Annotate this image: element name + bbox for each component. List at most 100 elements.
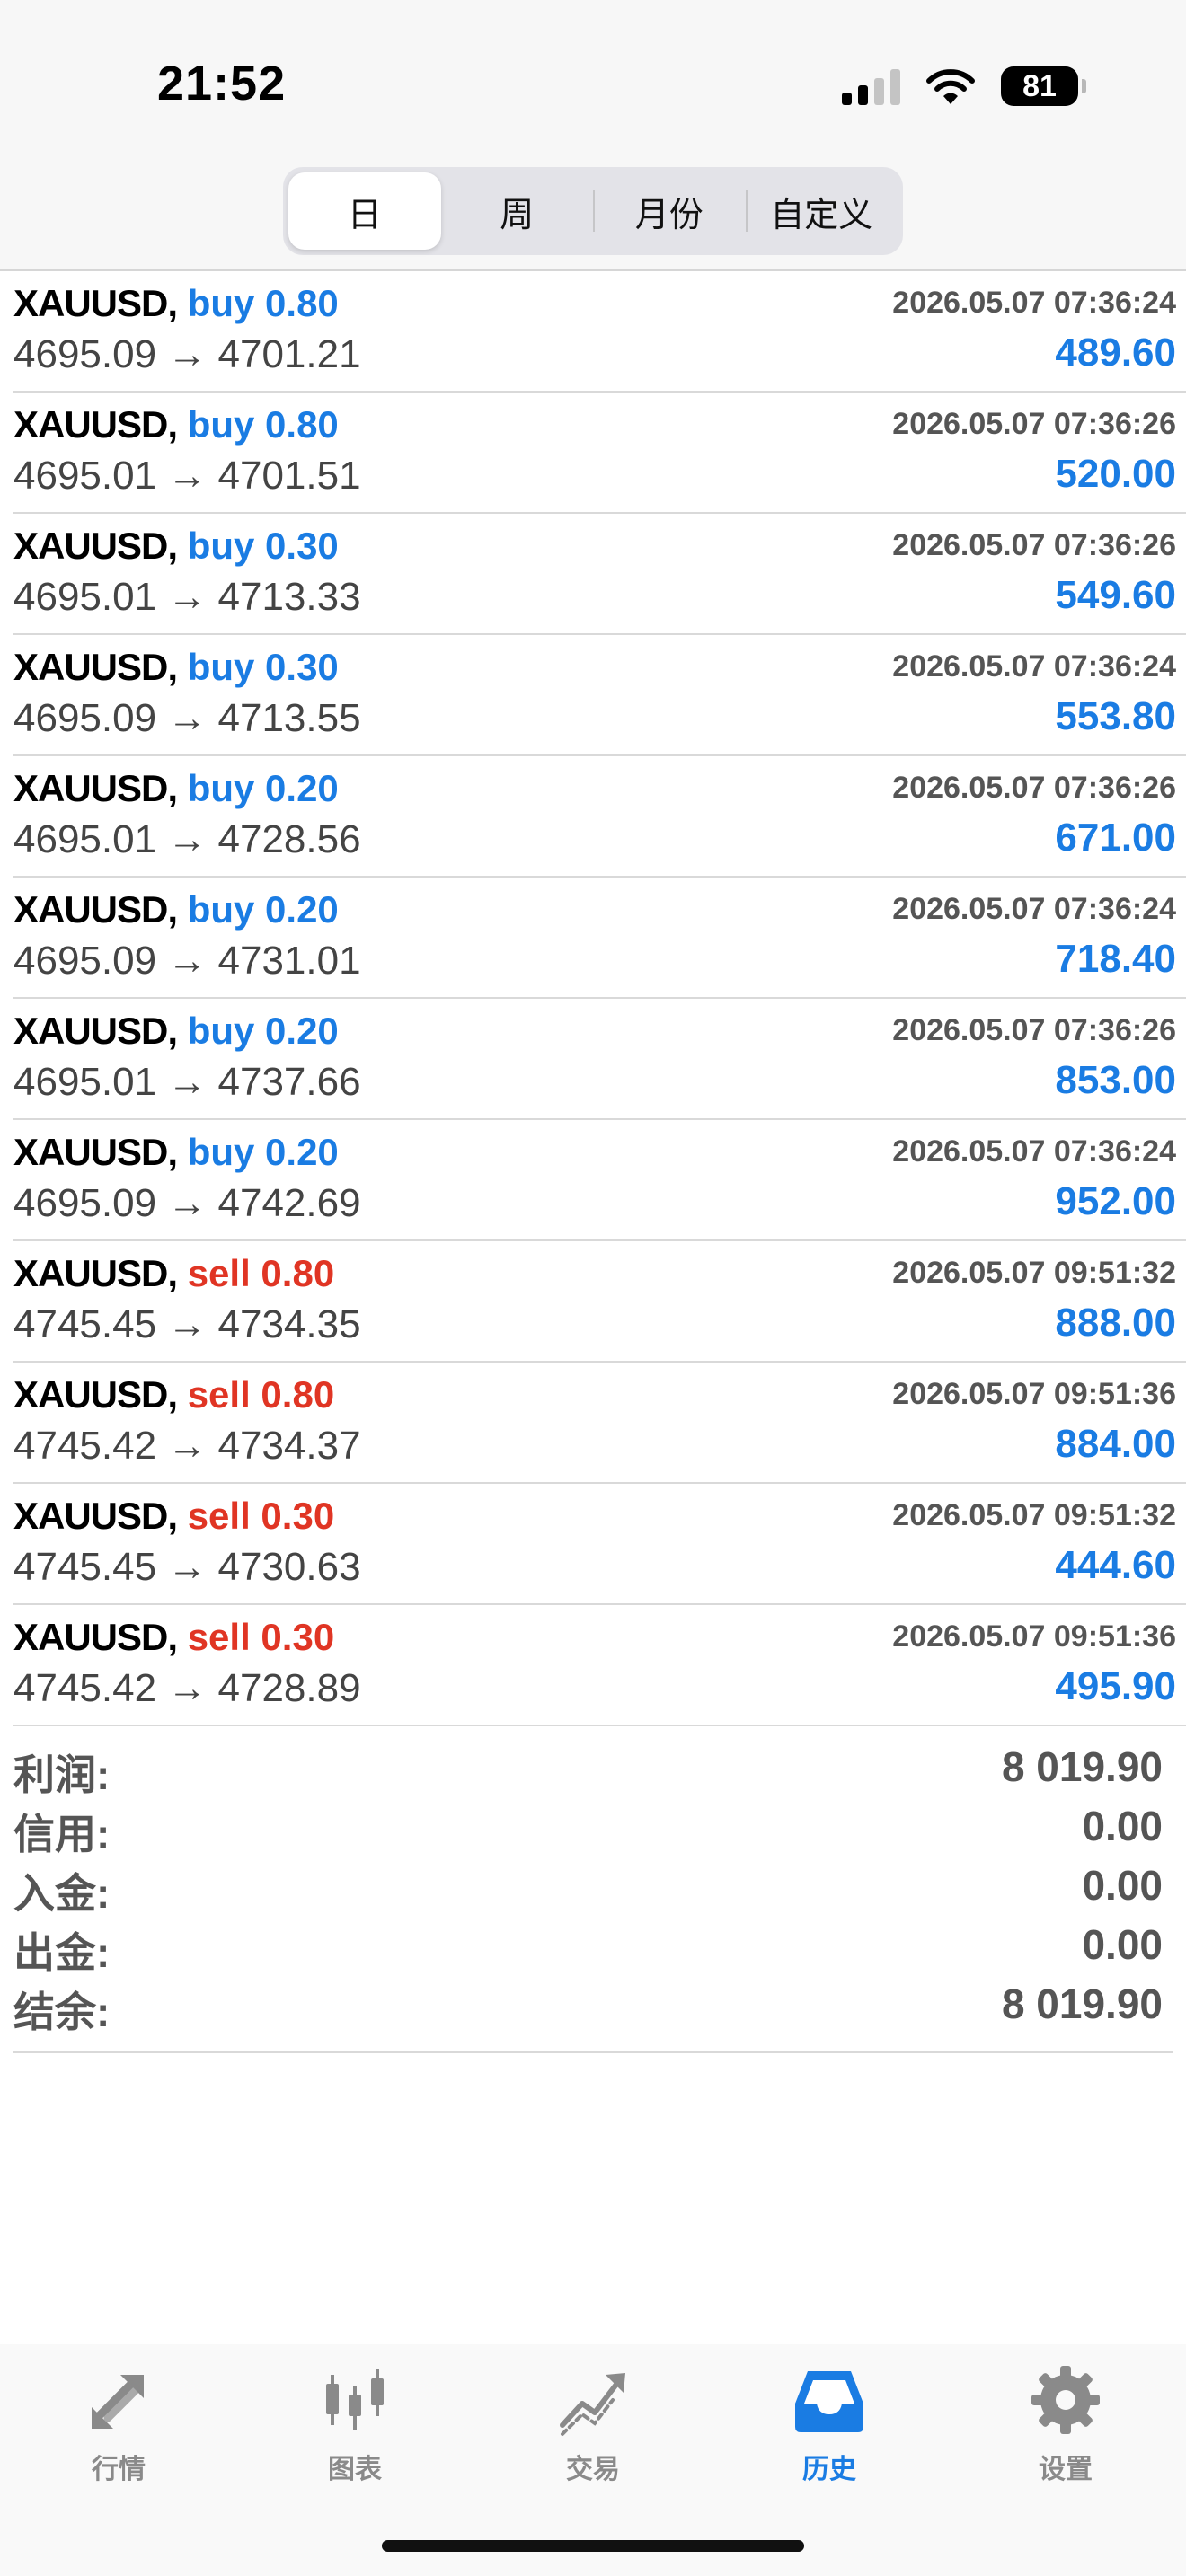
trade-row[interactable]: XAUUSD, buy 0.20 4695.09 → 4731.01 2026.… [13,878,1186,999]
trade-side: buy 0.20 [187,1131,339,1173]
trade-prices: 4745.42 → 4728.89 [13,1666,361,1710]
trade-profit: 520.00 [1055,452,1176,496]
trade-side: buy 0.80 [187,282,339,324]
summary-row-withdrawal: 出金: 0.00 [13,1915,1173,1976]
trade-datetime: 2026.05.07 09:51:32 [892,1256,1176,1290]
summary-value: 0.00 [1082,1921,1163,1968]
trade-prices: 4695.09 → 4742.69 [13,1181,361,1225]
trade-side: sell 0.30 [187,1616,335,1658]
summary-row-deposit: 入金: 0.00 [13,1856,1173,1917]
trade-profit: 671.00 [1055,816,1176,860]
trade-symbol: XAUUSD, [13,1010,178,1052]
summary-value: 8 019.90 [1001,1743,1163,1790]
trade-profit: 489.60 [1055,331,1176,375]
account-summary: 利润: 8 019.90 信用: 0.00 入金: 0.00 出金: 0.00 … [13,1737,1173,2053]
summary-value: 8 019.90 [1001,1981,1163,2027]
trade-prices: 4695.01 → 4701.51 [13,454,361,498]
trade-symbol: XAUUSD, [13,646,178,688]
summary-label: 利润: [13,1751,111,1798]
trade-row[interactable]: XAUUSD, sell 0.80 4745.42 → 4734.37 2026… [13,1363,1186,1484]
trade-row[interactable]: XAUUSD, buy 0.20 4695.01 → 4737.66 2026.… [13,999,1186,1120]
tab-quotes[interactable]: 行情 [38,2362,199,2486]
period-tab-custom[interactable]: 自定义 [745,172,898,250]
trade-prices: 4695.01 → 4737.66 [13,1060,361,1104]
trade-prices: 4745.45 → 4730.63 [13,1545,361,1589]
trade-side: buy 0.30 [187,646,339,688]
trade-row[interactable]: XAUUSD, buy 0.20 4695.01 → 4728.56 2026.… [13,756,1186,878]
trade-row[interactable]: XAUUSD, buy 0.30 4695.09 → 4713.55 2026.… [13,635,1186,756]
trade-datetime: 2026.05.07 07:36:24 [892,1134,1176,1169]
trade-row[interactable]: XAUUSD, buy 0.80 4695.09 → 4701.21 2026.… [13,271,1186,393]
trade-symbol: XAUUSD, [13,767,178,809]
trade-prices: 4695.09 → 4713.55 [13,696,361,740]
home-indicator[interactable] [382,2540,804,2552]
trade-row[interactable]: XAUUSD, buy 0.80 4695.01 → 4701.51 2026.… [13,393,1186,514]
battery-icon: 81 [1001,66,1086,106]
tab-history[interactable]: 历史 [748,2362,910,2486]
trade-datetime: 2026.05.07 07:36:24 [892,892,1176,926]
trade-side: buy 0.30 [187,525,339,567]
trade-symbol: XAUUSD, [13,1131,178,1173]
trade-profit: 553.80 [1055,694,1176,738]
trade-prices: 4745.42 → 4734.37 [13,1424,361,1468]
trade-side: sell 0.80 [187,1252,335,1294]
summary-label: 信用: [13,1811,111,1857]
trade-symbol: XAUUSD, [13,1373,178,1416]
summary-label: 出金: [13,1929,111,1976]
trade-row[interactable]: XAUUSD, sell 0.80 4745.45 → 4734.35 2026… [13,1241,1186,1363]
trade-datetime: 2026.05.07 07:36:24 [892,286,1176,320]
trade-datetime: 2026.05.07 07:36:26 [892,407,1176,441]
period-tab-month[interactable]: 月份 [593,172,746,250]
wifi-icon [926,69,975,104]
gear-icon [1031,2366,1100,2434]
trade-symbol: XAUUSD, [13,1495,178,1537]
trade-datetime: 2026.05.07 07:36:24 [892,649,1176,684]
trade-row[interactable]: XAUUSD, buy 0.20 4695.09 → 4742.69 2026.… [13,1120,1186,1241]
trade-row[interactable]: XAUUSD, buy 0.30 4695.01 → 4713.33 2026.… [13,514,1186,635]
trade-history-list: XAUUSD, buy 0.80 4695.09 → 4701.21 2026.… [0,269,1186,1726]
trade-datetime: 2026.05.07 07:36:26 [892,528,1176,562]
trade-side: buy 0.20 [187,1010,339,1052]
trade-side: buy 0.80 [187,403,339,446]
trade-side: sell 0.80 [187,1373,335,1416]
cellular-signal-icon [842,67,900,105]
trade-side: buy 0.20 [187,888,339,931]
summary-value: 0.00 [1082,1862,1163,1909]
summary-value: 0.00 [1082,1803,1163,1849]
quotes-arrows-icon [92,2375,144,2429]
trade-prices: 4695.01 → 4713.33 [13,575,361,619]
trade-prices: 4695.01 → 4728.56 [13,817,361,861]
trade-symbol: XAUUSD, [13,1616,178,1658]
status-icons: 81 [842,63,1086,110]
status-time: 21:52 [157,57,287,110]
trade-side: buy 0.20 [187,767,339,809]
trade-profit: 444.60 [1055,1543,1176,1587]
trade-symbol: XAUUSD, [13,282,178,324]
trade-symbol: XAUUSD, [13,1252,178,1294]
summary-row-balance: 结余: 8 019.90 [13,1974,1173,2035]
trade-profit: 952.00 [1055,1179,1176,1223]
trade-symbol: XAUUSD, [13,888,178,931]
tab-charts[interactable]: 图表 [274,2362,436,2486]
period-segmented-control: 日 周 月份 自定义 [283,167,903,255]
summary-row-profit: 利润: 8 019.90 [13,1737,1173,1798]
period-tab-week[interactable]: 周 [441,172,594,250]
trade-profit: 853.00 [1055,1058,1176,1102]
trade-profit: 495.90 [1055,1664,1176,1708]
trade-datetime: 2026.05.07 09:51:36 [892,1377,1176,1411]
summary-label: 结余: [13,1989,111,2035]
trade-datetime: 2026.05.07 07:36:26 [892,1013,1176,1047]
trade-profit: 888.00 [1055,1301,1176,1345]
battery-level: 81 [1022,68,1057,103]
trade-prices: 4695.09 → 4701.21 [13,332,361,376]
trade-row[interactable]: XAUUSD, sell 0.30 4745.45 → 4730.63 2026… [13,1484,1186,1605]
trade-datetime: 2026.05.07 07:36:26 [892,771,1176,805]
trade-datetime: 2026.05.07 09:51:36 [892,1619,1176,1654]
trade-datetime: 2026.05.07 09:51:32 [892,1498,1176,1532]
trade-row[interactable]: XAUUSD, sell 0.30 4745.42 → 4728.89 2026… [13,1605,1186,1726]
period-tab-day[interactable]: 日 [288,172,441,250]
trade-symbol: XAUUSD, [13,525,178,567]
tab-trade[interactable]: 交易 [512,2362,674,2486]
trade-symbol: XAUUSD, [13,403,178,446]
tab-settings[interactable]: 设置 [985,2362,1146,2486]
